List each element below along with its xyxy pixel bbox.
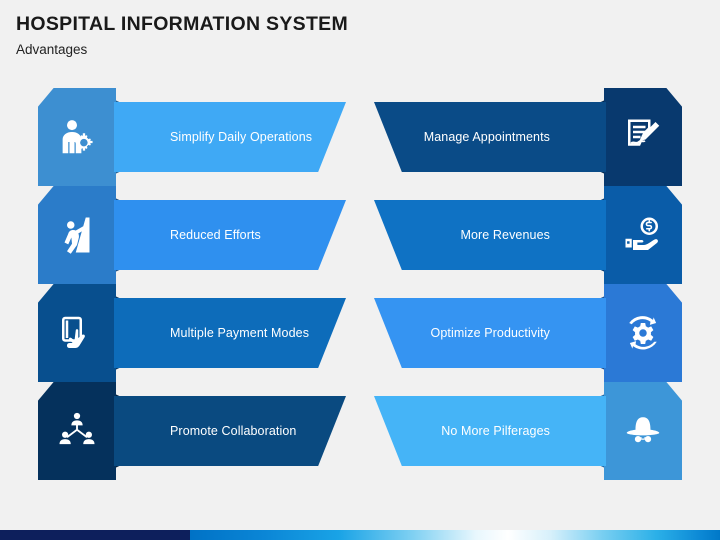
advantage-label: Promote Collaboration (170, 424, 297, 438)
icon-plate (38, 284, 116, 382)
advantage-item-multiple-payment-modes[interactable]: Multiple Payment Modes (38, 284, 358, 382)
advantage-item-simplify-daily-operations[interactable]: Simplify Daily Operations (38, 88, 358, 186)
person-climbing-icon (64, 217, 90, 254)
advantage-item-optimize-productivity[interactable]: Optimize Productivity (362, 284, 682, 382)
advantage-row: Multiple Payment Modes Optimize Producti… (0, 284, 720, 382)
header: HOSPITAL INFORMATION SYSTEM Advantages (16, 13, 349, 58)
page-subtitle: Advantages (16, 42, 88, 58)
advantage-label: Reduced Efforts (170, 228, 261, 242)
icon-plate (604, 88, 682, 186)
advantage-item-more-revenues[interactable]: More Revenues (362, 186, 682, 284)
advantage-label: No More Pilferages (441, 424, 550, 438)
advantage-row: Simplify Daily Operations Manage Appoint… (0, 88, 720, 186)
advantage-row: Promote Collaboration No More Pilferages (0, 382, 720, 480)
hand-dollar-icon (625, 217, 658, 250)
incognito-hat-icon (626, 417, 660, 443)
footer-bar-navy-segment (0, 530, 190, 540)
page-title: HOSPITAL INFORMATION SYSTEM (16, 13, 349, 35)
advantage-banner: More Revenues (374, 200, 606, 270)
footer-accent-bar (0, 530, 720, 540)
icon-plate (604, 382, 682, 480)
advantage-label: Multiple Payment Modes (170, 326, 310, 340)
footer-bar-gradient-segment (190, 530, 720, 540)
advantage-banner: Reduced Efforts (114, 200, 346, 270)
advantage-banner: Multiple Payment Modes (114, 298, 346, 368)
advantage-banner: Simplify Daily Operations (114, 102, 346, 172)
advantage-banner: No More Pilferages (374, 396, 606, 466)
advantage-banner: Optimize Productivity (374, 298, 606, 368)
advantage-label: Optimize Productivity (430, 326, 550, 340)
advantage-item-manage-appointments[interactable]: Manage Appointments (362, 88, 682, 186)
advantage-item-reduced-efforts[interactable]: Reduced Efforts (38, 186, 358, 284)
team-network-icon (59, 412, 95, 445)
icon-plate (604, 186, 682, 284)
advantage-label: Manage Appointments (423, 130, 550, 144)
advantages-board: Simplify Daily Operations Manage Appoint… (0, 88, 720, 488)
advantage-banner: Manage Appointments (374, 102, 606, 172)
icon-plate (38, 88, 116, 186)
advantage-row: Reduced Efforts More Revenues (0, 186, 720, 284)
gear-refresh-icon (629, 316, 657, 350)
document-pencil-icon (628, 119, 660, 146)
advantage-item-no-more-pilferages[interactable]: No More Pilferages (362, 382, 682, 480)
card-hand-icon (62, 316, 85, 348)
person-gear-icon (62, 120, 93, 154)
advantage-label: Simplify Daily Operations (170, 130, 313, 144)
icon-plate (604, 284, 682, 382)
icon-plate (38, 186, 116, 284)
icon-plate (38, 382, 116, 480)
advantage-banner: Promote Collaboration (114, 396, 346, 466)
advantage-item-promote-collaboration[interactable]: Promote Collaboration (38, 382, 358, 480)
advantage-label: More Revenues (460, 228, 550, 242)
